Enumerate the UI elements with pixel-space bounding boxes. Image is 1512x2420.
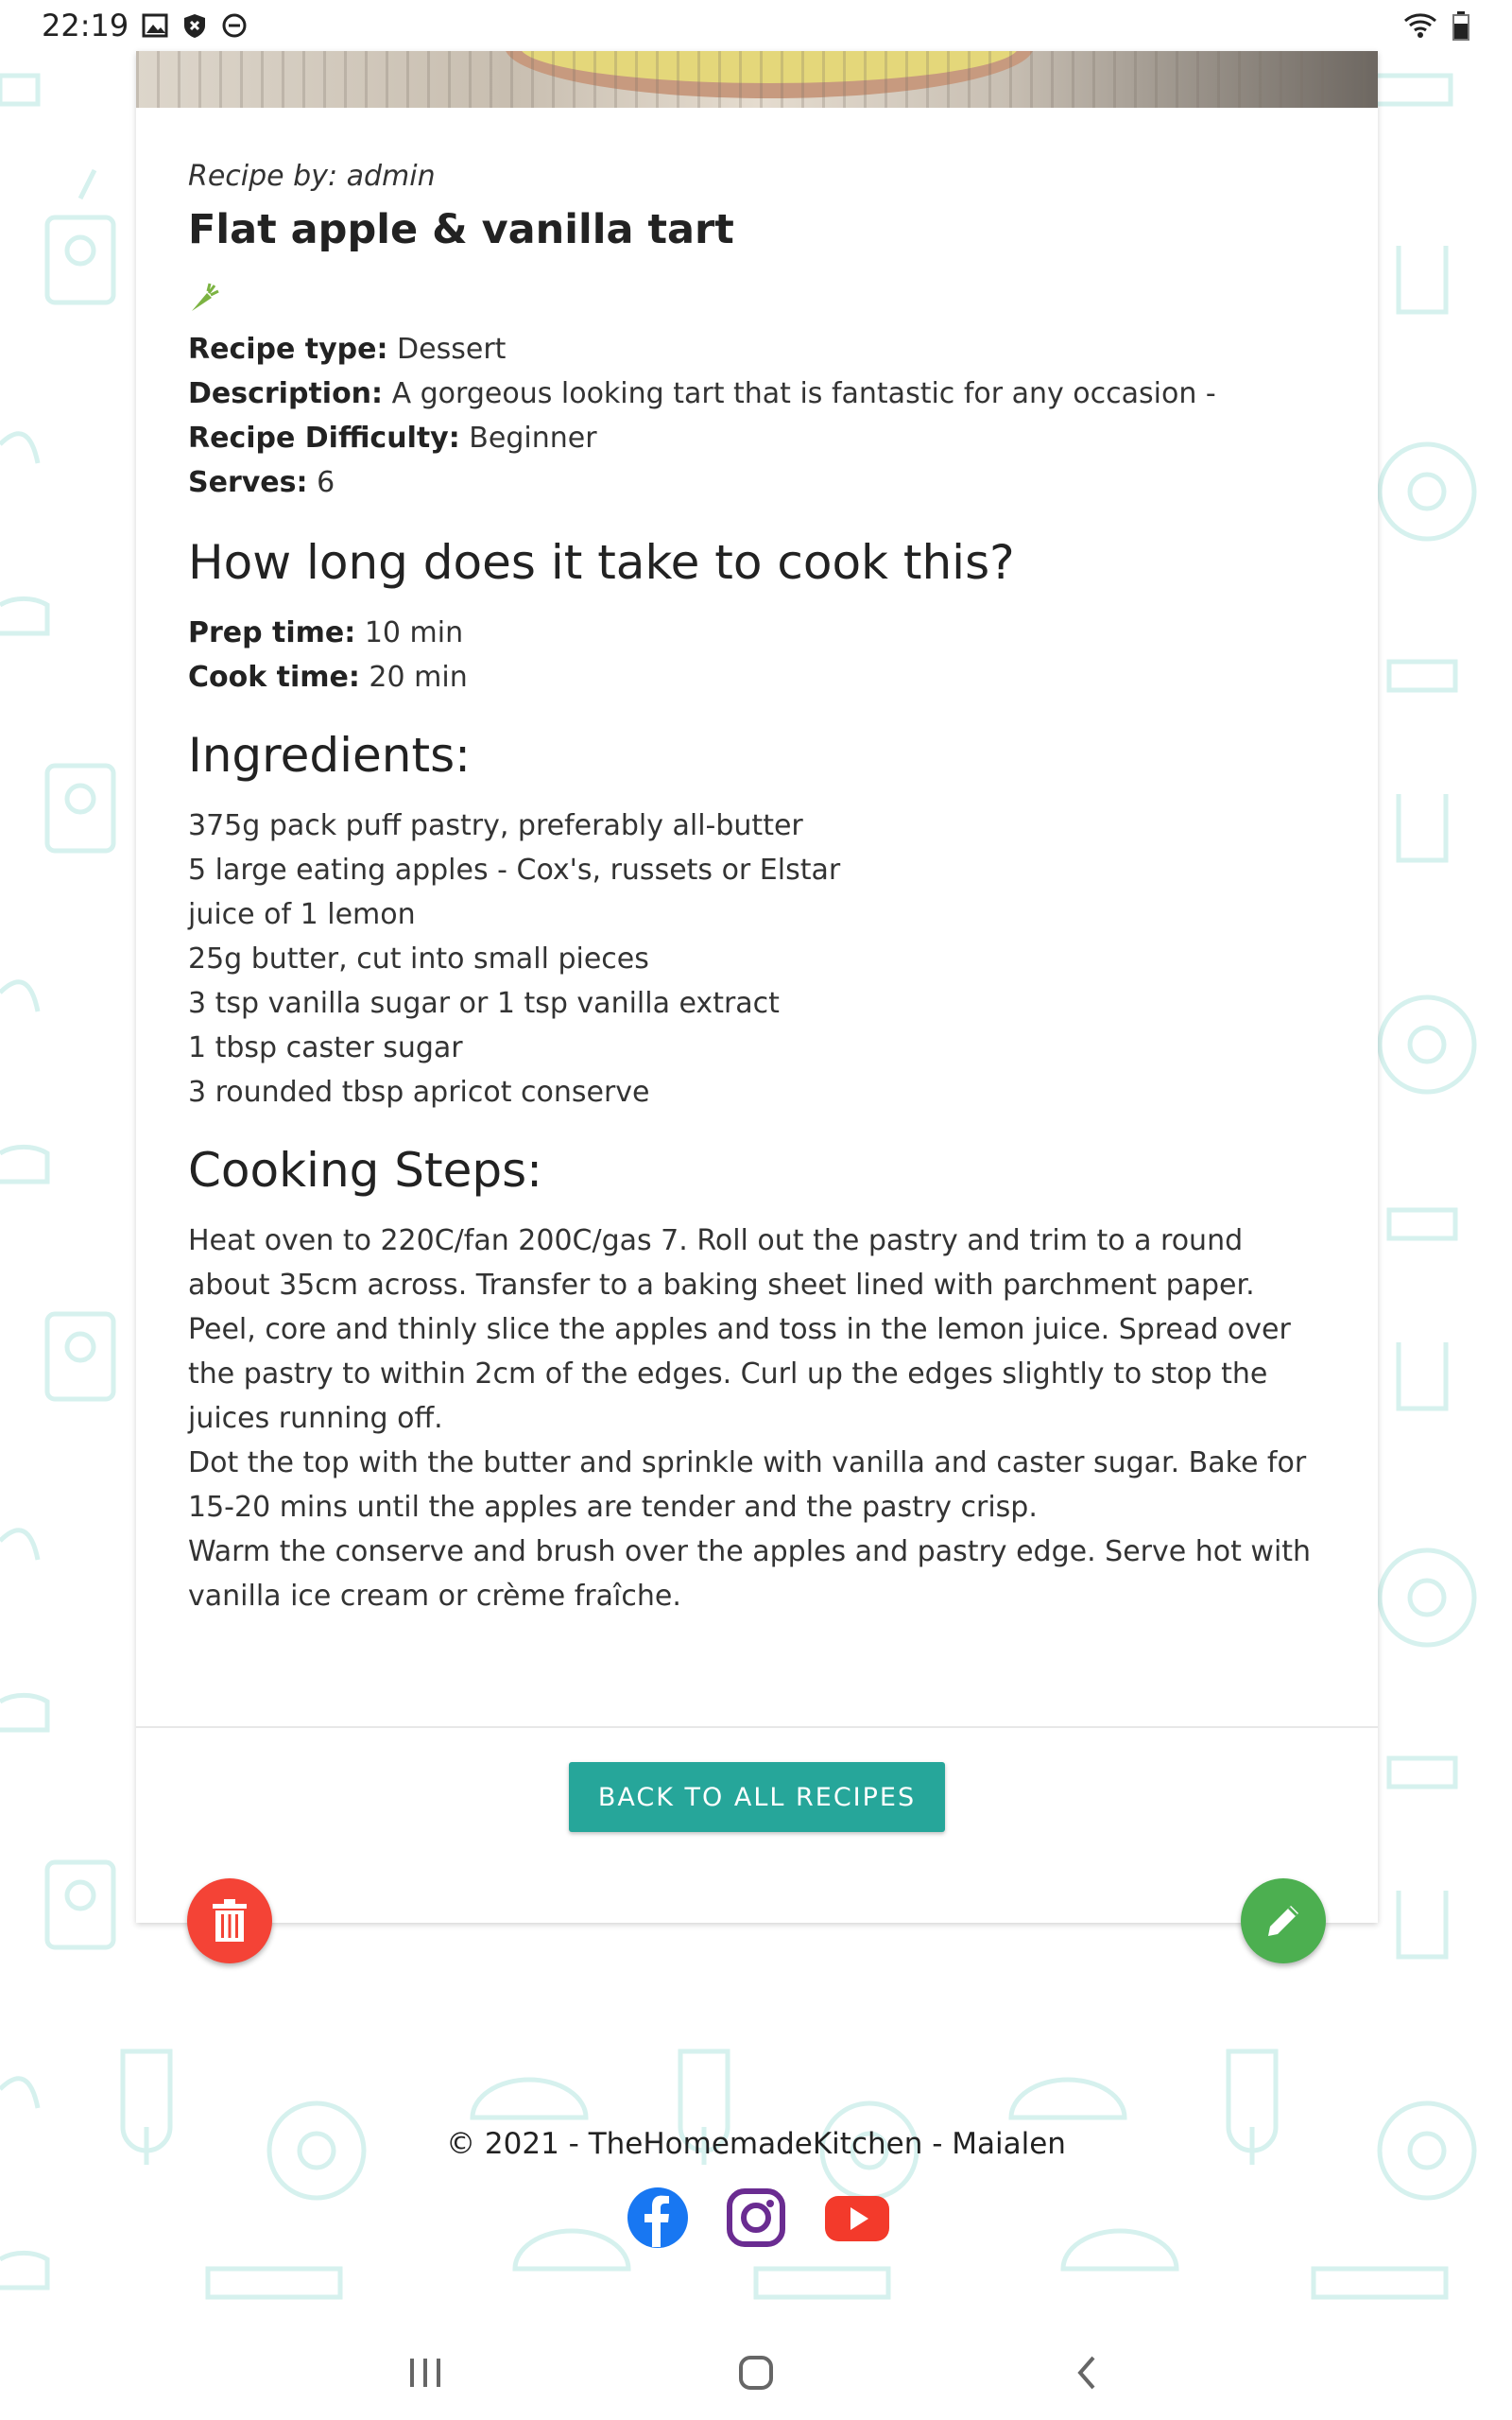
trash-icon	[213, 1899, 247, 1942]
cook-time-value: 20 min	[369, 661, 468, 694]
do-not-disturb-icon	[222, 13, 247, 38]
facebook-link[interactable]	[627, 2187, 689, 2249]
status-right	[1402, 10, 1470, 41]
prep-time-row: Prep time: 10 min	[188, 611, 1332, 655]
youtube-icon	[825, 2196, 889, 2241]
status-time: 22:19	[42, 8, 129, 43]
serves-value: 6	[317, 466, 335, 499]
recipe-author: Recipe by: admin	[188, 160, 436, 193]
recent-apps-icon	[410, 2359, 440, 2387]
home-button[interactable]	[591, 2354, 921, 2392]
time-heading: How long does it take to cook this?	[188, 535, 1015, 590]
instagram-link[interactable]	[725, 2187, 787, 2249]
step-item: Warm the conserve and brush over the app…	[188, 1535, 1312, 1613]
ingredient-item: 3 tsp vanilla sugar or 1 tsp vanilla ext…	[188, 987, 780, 1020]
youtube-link[interactable]	[823, 2187, 889, 2249]
recipe-type-label: Recipe type:	[188, 333, 388, 366]
cook-time-label: Cook time:	[188, 661, 360, 694]
ingredient-item: 1 tbsp caster sugar	[188, 1031, 463, 1064]
steps-list: Heat oven to 220C/fan 200C/gas 7. Roll o…	[188, 1219, 1332, 1618]
edit-recipe-button[interactable]	[1241, 1878, 1326, 1963]
description-row: Description: A gorgeous looking tart tha…	[188, 372, 1332, 416]
step-item: Dot the top with the butter and sprinkle…	[188, 1446, 1307, 1524]
recipe-card: Recipe by: admin Flat apple & vanilla ta…	[136, 51, 1378, 1923]
instagram-icon	[727, 2188, 785, 2247]
ingredient-item: 375g pack puff pastry, preferably all-bu…	[188, 809, 803, 842]
ingredient-item: 3 rounded tbsp apricot conserve	[188, 1076, 650, 1109]
difficulty-row: Recipe Difficulty: Beginner	[188, 416, 1332, 460]
home-icon	[739, 2356, 773, 2390]
ingredient-item: juice of 1 lemon	[188, 898, 416, 931]
description-label: Description:	[188, 377, 384, 410]
prep-time-label: Prep time:	[188, 616, 356, 649]
step-item: Heat oven to 220C/fan 200C/gas 7. Roll o…	[188, 1224, 1255, 1302]
steps-heading: Cooking Steps:	[188, 1143, 542, 1198]
cook-time-row: Cook time: 20 min	[188, 655, 1332, 700]
gallery-icon	[142, 13, 168, 38]
serves-label: Serves:	[188, 466, 308, 499]
prep-time-value: 10 min	[364, 616, 464, 649]
shield-icon	[184, 14, 206, 38]
carrot-icon	[192, 283, 219, 311]
status-bar: 22:19	[0, 0, 1512, 51]
step-item: Peel, core and thinly slice the apples a…	[188, 1313, 1291, 1435]
status-left: 22:19	[42, 8, 248, 43]
recipe-content: Recipe by: admin Flat apple & vanilla ta…	[188, 160, 1332, 1618]
facebook-icon	[627, 2187, 688, 2248]
delete-recipe-button[interactable]	[187, 1878, 272, 1963]
back-to-recipes-button[interactable]: BACK TO ALL RECIPES	[569, 1762, 945, 1832]
serves-row: Serves: 6	[188, 460, 1332, 505]
social-links	[0, 2187, 1512, 2249]
wood-texture	[136, 51, 1378, 108]
ingredients-heading: Ingredients:	[188, 728, 471, 783]
footer-copyright: © 2021 - TheHomemadeKitchen - Maialen	[446, 2127, 1066, 2161]
description-value: A gorgeous looking tart that is fantasti…	[391, 377, 1216, 410]
recipe-hero-image	[136, 51, 1378, 108]
wifi-icon	[1404, 13, 1436, 38]
system-nav-bar	[0, 2325, 1512, 2420]
ingredient-item: 25g butter, cut into small pieces	[188, 942, 649, 976]
back-nav-button[interactable]	[921, 2354, 1252, 2392]
battery-icon	[1452, 11, 1469, 41]
difficulty-label: Recipe Difficulty:	[188, 422, 460, 455]
recipe-title: Flat apple & vanilla tart	[188, 206, 734, 253]
card-divider	[136, 1726, 1378, 1728]
ingredient-item: 5 large eating apples - Cox's, russets o…	[188, 854, 841, 887]
recipe-type-value: Dessert	[397, 333, 507, 366]
recipe-type-row: Recipe type: Dessert	[188, 327, 1332, 372]
ingredients-list: 375g pack puff pastry, preferably all-bu…	[188, 804, 1332, 1115]
back-chevron-icon	[1077, 2356, 1095, 2390]
difficulty-value: Beginner	[469, 422, 597, 455]
recent-apps-button[interactable]	[260, 2356, 591, 2390]
pencil-icon	[1268, 1906, 1298, 1936]
